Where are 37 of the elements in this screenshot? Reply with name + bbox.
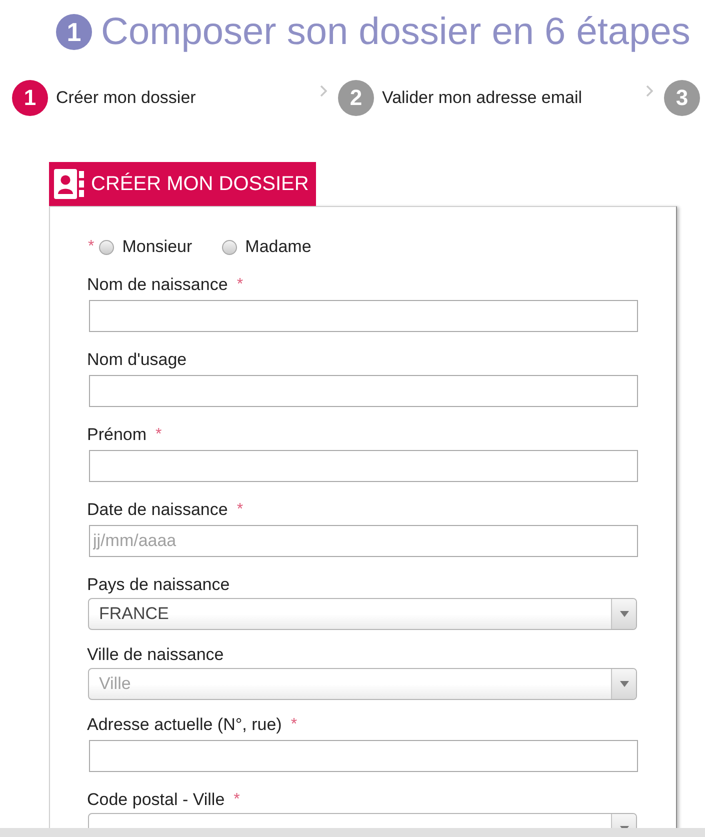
input-field[interactable] bbox=[89, 740, 638, 772]
step-number-badge: 1 bbox=[12, 80, 48, 116]
input-field[interactable] bbox=[89, 450, 638, 482]
input-field[interactable] bbox=[89, 300, 638, 332]
contact-book-icon bbox=[54, 169, 84, 199]
field-label: Ville de naissance bbox=[87, 645, 224, 665]
caret-icon bbox=[611, 599, 636, 629]
field-label: Code postal - Ville bbox=[87, 790, 225, 810]
required-marker: * bbox=[236, 275, 244, 295]
field-label: Nom de naissance bbox=[87, 275, 228, 295]
radio-button[interactable] bbox=[222, 240, 238, 254]
page-title: Composer son dossier en 6 étapes bbox=[101, 10, 690, 54]
input-field[interactable] bbox=[89, 375, 638, 407]
dropdown-field[interactable]: FRANCE bbox=[88, 598, 637, 630]
caret-icon bbox=[611, 669, 636, 699]
chevron-icon bbox=[646, 85, 653, 97]
required-marker: * bbox=[236, 500, 244, 520]
chevron-icon bbox=[320, 85, 327, 97]
required-marker: * bbox=[88, 237, 94, 257]
required-marker: * bbox=[156, 425, 162, 445]
radio-button[interactable] bbox=[99, 240, 114, 254]
field-label: Pays de naissance bbox=[87, 575, 230, 595]
horizontal-scrollbar[interactable] bbox=[0, 828, 705, 837]
field-label: Date de naissance bbox=[87, 500, 228, 520]
title-number-badge: 1 bbox=[56, 14, 92, 50]
field-label: Nom d'usage bbox=[87, 350, 187, 370]
required-marker: * bbox=[234, 790, 240, 810]
radio-label[interactable]: Madame bbox=[245, 237, 312, 257]
field-label: Prénom bbox=[87, 425, 147, 445]
required-marker: * bbox=[290, 715, 298, 735]
step-label: Valider mon adresse email bbox=[382, 88, 582, 108]
section-title: CRÉER MON DOSSIER bbox=[91, 172, 309, 196]
radio-label[interactable]: Monsieur bbox=[122, 237, 192, 257]
step-label: Créer mon dossier bbox=[56, 88, 196, 108]
step-number-badge: 3 bbox=[664, 80, 700, 116]
field-label: Adresse actuelle (N°, rue) bbox=[87, 715, 282, 735]
step-number-badge: 2 bbox=[338, 80, 374, 116]
